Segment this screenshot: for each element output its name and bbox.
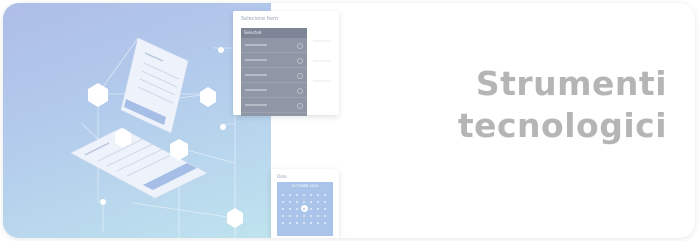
calendar-day xyxy=(287,199,294,205)
calendar-day xyxy=(322,206,329,212)
calendar-day xyxy=(294,199,301,205)
calendar-day xyxy=(301,220,308,226)
calendar-day xyxy=(287,206,294,212)
card-title-line-2: tecnologici xyxy=(457,106,667,145)
dropdown-item xyxy=(241,83,307,98)
calendar-day xyxy=(280,206,287,212)
calendar-day xyxy=(301,192,308,198)
calendar-day xyxy=(322,192,329,198)
panel-title: Selecione Item xyxy=(241,16,279,22)
calendar-day xyxy=(294,213,301,219)
dropdown-header: Selected xyxy=(241,28,307,38)
isometric-illustration xyxy=(70,33,243,238)
calendar-day xyxy=(280,213,287,219)
calendar-day xyxy=(322,199,329,205)
select-item-panel: Selecione Item Selected xyxy=(233,11,339,116)
calendar-day xyxy=(287,213,294,219)
calendar-day xyxy=(287,220,294,226)
calendar-day xyxy=(315,199,322,205)
calendar-day xyxy=(301,213,308,219)
calendar-day xyxy=(315,192,322,198)
card-title: Strumenti tecnologici xyxy=(458,63,667,147)
calendar-day xyxy=(322,220,329,226)
calendar-day xyxy=(315,213,322,219)
feature-card[interactable]: Selecione Item Selected Date OCTOBER 202… xyxy=(3,3,695,238)
dropdown-item xyxy=(241,38,307,53)
calendar-day xyxy=(308,199,315,205)
calendar-day xyxy=(280,192,287,198)
calendar-label: Date xyxy=(277,174,287,179)
card-title-line-1: Strumenti xyxy=(475,64,667,103)
calendar-grid xyxy=(280,192,329,226)
calendar-day xyxy=(308,192,315,198)
calendar-day xyxy=(287,192,294,198)
calendar-day xyxy=(308,206,315,212)
calendar-day xyxy=(308,213,315,219)
calendar-panel: Date OCTOBER 2020 xyxy=(271,169,339,238)
calendar-day xyxy=(308,220,315,226)
cube-icon xyxy=(227,208,243,228)
calendar-day xyxy=(322,213,329,219)
calendar-day xyxy=(280,199,287,205)
calendar-widget: OCTOBER 2020 xyxy=(277,182,333,236)
calendar-day xyxy=(294,192,301,198)
side-form-lines xyxy=(313,40,331,82)
phone-screen-bottom xyxy=(70,127,208,199)
calendar-day xyxy=(315,220,322,226)
calendar-day xyxy=(294,206,301,212)
calendar-day xyxy=(315,206,322,212)
cube-icon xyxy=(88,83,108,107)
phone-screen-top xyxy=(120,37,189,134)
calendar-day xyxy=(280,220,287,226)
calendar-day-selected xyxy=(301,205,308,212)
dropdown-item xyxy=(241,68,307,83)
dropdown-item xyxy=(241,53,307,68)
calendar-month: OCTOBER 2020 xyxy=(291,184,319,188)
cube-icon xyxy=(200,87,216,107)
dropdown-menu: Selected xyxy=(241,28,307,116)
calendar-day xyxy=(294,220,301,226)
illustration-panel xyxy=(3,3,271,238)
dropdown-item xyxy=(241,98,307,113)
